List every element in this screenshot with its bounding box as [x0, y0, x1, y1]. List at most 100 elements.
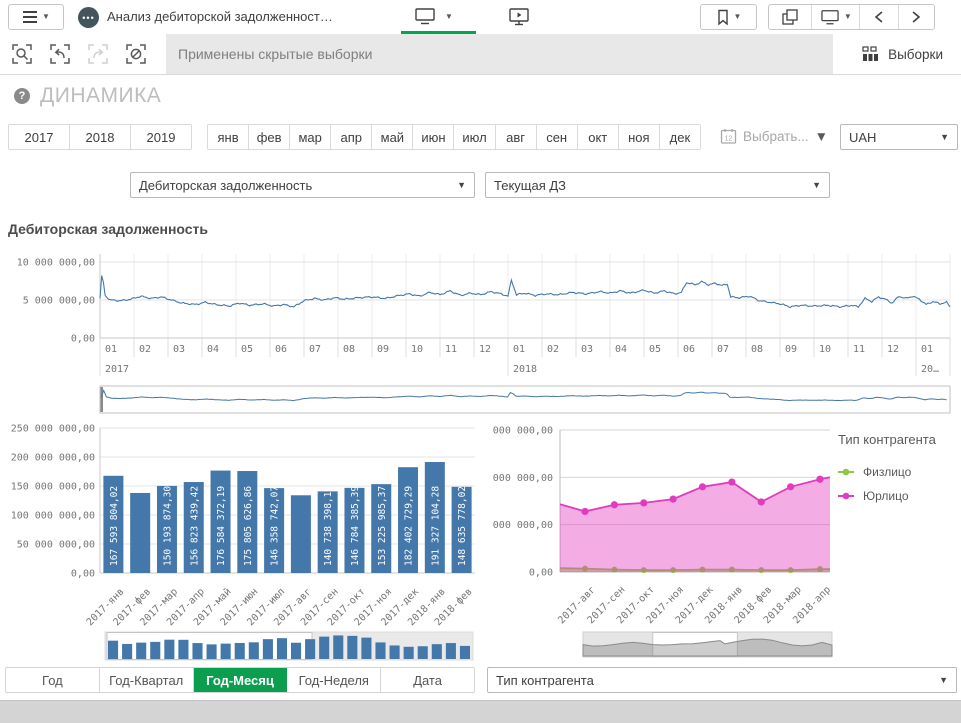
svg-text:175 805 626,86: 175 805 626,86	[243, 486, 254, 566]
svg-text:12: 12	[887, 344, 899, 355]
period-button-год-неделя[interactable]: Год-Неделя	[287, 668, 381, 692]
svg-text:04: 04	[615, 344, 627, 355]
legend-item-fizlico[interactable]: Физлицо	[838, 465, 936, 479]
view-switcher-button[interactable]: ▼	[414, 7, 453, 26]
selections-tool-button[interactable]: Выборки	[852, 34, 953, 74]
svg-text:200 000 000,00: 200 000 000,00	[11, 453, 95, 464]
sheet-view-button[interactable]: ▼	[812, 5, 860, 29]
app-title: Анализ дебиторской задолженност…	[107, 9, 333, 24]
svg-text:03: 03	[581, 344, 593, 355]
dz-dropdown-value: Текущая ДЗ	[494, 178, 566, 193]
legend-label: Физлицо	[863, 465, 911, 479]
month-button-4[interactable]: апр	[331, 125, 372, 149]
line-chart-title: Дебиторская задолженность	[8, 221, 208, 237]
date-picker-button[interactable]: 12 Выбрать... ▼	[720, 128, 828, 145]
svg-text:150 000 000,00: 150 000 000,00	[11, 482, 95, 493]
svg-text:146 358 742,07: 146 358 742,07	[270, 486, 281, 566]
svg-text:0,00: 0,00	[71, 334, 95, 345]
svg-text:150 193 874,30: 150 193 874,30	[162, 486, 173, 566]
month-button-7[interactable]: июл	[454, 125, 495, 149]
svg-text:06: 06	[683, 344, 695, 355]
period-button-дата[interactable]: Дата	[381, 668, 474, 692]
top-toolbar: ▼ ••• Анализ дебиторской задолженност… ▼…	[0, 0, 961, 35]
svg-text:08: 08	[343, 344, 355, 355]
bookmark-icon	[716, 9, 730, 26]
year-button-2019[interactable]: 2019	[131, 125, 191, 149]
measure-dropdown-value: Дебиторская задолженность	[139, 178, 312, 193]
bookmark-button[interactable]: ▼	[700, 4, 757, 30]
period-button-год[interactable]: Год	[6, 668, 100, 692]
help-icon[interactable]: ?	[14, 88, 30, 104]
svg-text:02: 02	[139, 344, 151, 355]
caret-down-icon: ▼	[815, 130, 828, 144]
legend-title: Тип контрагента	[838, 432, 936, 447]
series-marker-icon	[838, 491, 856, 501]
caret-down-icon: ▼	[939, 676, 948, 685]
svg-text:10: 10	[411, 344, 423, 355]
month-button-5[interactable]: май	[372, 125, 413, 149]
svg-text:12: 12	[479, 344, 491, 355]
month-button-2[interactable]: фев	[249, 125, 290, 149]
monitor-icon	[414, 7, 436, 26]
caret-down-icon: ▼	[940, 133, 949, 142]
selections-grid-icon	[862, 46, 879, 62]
monitor-icon	[820, 9, 840, 26]
month-button-9[interactable]: сен	[537, 125, 578, 149]
period-button-год-месяц[interactable]: Год-Месяц	[194, 668, 288, 692]
presentation-button[interactable]	[508, 7, 530, 32]
svg-text:09: 09	[785, 344, 797, 355]
legend-label: Юрлицо	[863, 489, 909, 503]
smart-search-icon[interactable]	[10, 42, 34, 66]
svg-text:148 635 778,02: 148 635 778,02	[457, 486, 468, 566]
month-button-12[interactable]: дек	[660, 125, 700, 149]
svg-text:10 000 000,00: 10 000 000,00	[17, 258, 95, 269]
svg-text:05: 05	[649, 344, 661, 355]
measure-dropdown[interactable]: Дебиторская задолженность ▼	[130, 172, 475, 198]
chevron-right-icon	[910, 10, 922, 24]
svg-text:2018: 2018	[513, 364, 537, 375]
hamburger-icon	[22, 10, 38, 24]
svg-text:176 584 372,19: 176 584 372,19	[216, 486, 227, 566]
global-menu-button[interactable]: ▼	[8, 4, 64, 30]
svg-text:12: 12	[725, 136, 733, 143]
previous-sheet-button[interactable]	[860, 5, 898, 29]
period-button-group: ГодГод-КварталГод-МесяцГод-НеделяДата	[5, 667, 475, 693]
svg-text:10: 10	[819, 344, 831, 355]
next-sheet-button[interactable]	[899, 5, 934, 29]
clear-selections-icon[interactable]	[124, 42, 148, 66]
step-forward-icon[interactable]	[86, 42, 110, 66]
sheets-button[interactable]	[769, 5, 812, 29]
currency-dropdown[interactable]: UAH ▼	[840, 124, 958, 150]
svg-text:5 000 000,00: 5 000 000,00	[23, 296, 95, 307]
counterparty-type-dropdown[interactable]: Тип контрагента ▼	[487, 667, 957, 693]
sheet-title: ДИНАМИКА	[40, 84, 161, 108]
caret-down-icon: ▼	[812, 181, 821, 190]
svg-text:2017: 2017	[105, 364, 129, 375]
svg-text:20…: 20…	[921, 364, 939, 375]
period-button-год-квартал[interactable]: Год-Квартал	[100, 668, 194, 692]
step-back-icon[interactable]	[48, 42, 72, 66]
chevron-down-icon: ▼	[445, 13, 453, 21]
svg-text:156 823 439,42: 156 823 439,42	[189, 486, 200, 566]
calendar-icon: 12	[720, 128, 737, 145]
svg-text:07: 07	[309, 344, 321, 355]
year-button-2018[interactable]: 2018	[70, 125, 131, 149]
month-button-10[interactable]: окт	[578, 125, 619, 149]
month-button-8[interactable]: авг	[496, 125, 537, 149]
svg-text:01: 01	[921, 344, 933, 355]
svg-text:200 000 000,00: 200 000 000,00	[490, 473, 553, 484]
month-button-11[interactable]: ноя	[619, 125, 660, 149]
svg-text:11: 11	[853, 344, 865, 355]
legend-item-yurlico[interactable]: Юрлицо	[838, 489, 936, 503]
month-button-6[interactable]: июн	[413, 125, 454, 149]
line-chart[interactable]: 10 000 000,00 5 000 000,00 0,00 01 02 03 04 05 0…	[0, 245, 961, 425]
presentation-play-icon	[508, 7, 530, 27]
series-marker-icon	[838, 467, 856, 477]
svg-text:250 000 000,00: 250 000 000,00	[11, 424, 95, 435]
month-button-3[interactable]: мар	[290, 125, 331, 149]
month-button-1[interactable]: янв	[208, 125, 249, 149]
bar-chart[interactable]: 0,0050 000 000,00100 000 000,00150 000 0…	[0, 420, 480, 670]
dz-dropdown[interactable]: Текущая ДЗ ▼	[485, 172, 830, 198]
year-button-2017[interactable]: 2017	[9, 125, 70, 149]
svg-text:01: 01	[105, 344, 117, 355]
